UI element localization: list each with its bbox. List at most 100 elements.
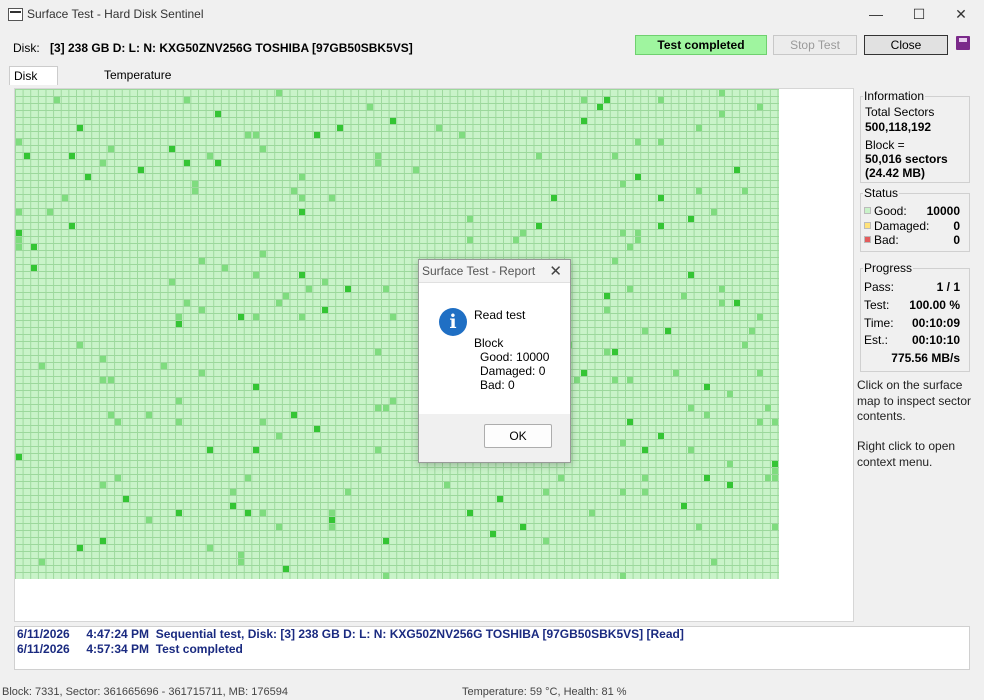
surface-block[interactable] xyxy=(38,559,45,565)
surface-block[interactable] xyxy=(107,146,114,152)
surface-block[interactable] xyxy=(772,475,779,481)
surface-block[interactable] xyxy=(657,97,664,103)
surface-block[interactable] xyxy=(604,97,611,103)
surface-block[interactable] xyxy=(619,573,626,579)
surface-block[interactable] xyxy=(718,111,725,117)
surface-block[interactable] xyxy=(443,482,450,488)
event-log[interactable]: 6/11/2026 4:47:24 PM Sequential test, Di… xyxy=(14,626,970,670)
surface-block[interactable] xyxy=(390,398,397,404)
surface-block[interactable] xyxy=(313,426,320,432)
surface-block[interactable] xyxy=(375,160,382,166)
surface-block[interactable] xyxy=(176,419,183,425)
surface-block[interactable] xyxy=(657,195,664,201)
surface-block[interactable] xyxy=(535,153,542,159)
tab-disk-surface-map[interactable]: Disk surface map xyxy=(9,66,59,119)
surface-block[interactable] xyxy=(77,125,84,131)
surface-block[interactable] xyxy=(229,503,236,509)
surface-block[interactable] xyxy=(23,153,30,159)
surface-block[interactable] xyxy=(84,174,91,180)
surface-block[interactable] xyxy=(375,153,382,159)
surface-block[interactable] xyxy=(275,524,282,530)
dialog-close-icon[interactable]: ✕ xyxy=(549,262,562,280)
surface-block[interactable] xyxy=(252,314,259,320)
surface-block[interactable] xyxy=(100,538,107,544)
surface-block[interactable] xyxy=(734,300,741,306)
surface-block[interactable] xyxy=(772,524,779,530)
surface-map-grid[interactable] xyxy=(15,89,779,579)
surface-block[interactable] xyxy=(543,538,550,544)
surface-block[interactable] xyxy=(382,286,389,292)
surface-block[interactable] xyxy=(252,272,259,278)
surface-block[interactable] xyxy=(695,188,702,194)
surface-block[interactable] xyxy=(466,237,473,243)
surface-block[interactable] xyxy=(558,475,565,481)
surface-block[interactable] xyxy=(619,230,626,236)
surface-block[interactable] xyxy=(695,125,702,131)
surface-block[interactable] xyxy=(306,286,313,292)
surface-block[interactable] xyxy=(61,195,68,201)
surface-block[interactable] xyxy=(382,538,389,544)
surface-block[interactable] xyxy=(688,447,695,453)
surface-block[interactable] xyxy=(459,132,466,138)
minimize-icon[interactable]: — xyxy=(853,0,899,28)
surface-block[interactable] xyxy=(237,314,244,320)
surface-block[interactable] xyxy=(382,405,389,411)
surface-block[interactable] xyxy=(413,167,420,173)
surface-block[interactable] xyxy=(718,90,725,96)
surface-block[interactable] xyxy=(54,97,61,103)
surface-block[interactable] xyxy=(191,188,198,194)
maximize-icon[interactable]: ☐ xyxy=(896,0,942,28)
surface-block[interactable] xyxy=(329,510,336,516)
surface-block[interactable] xyxy=(726,391,733,397)
surface-block[interactable] xyxy=(375,447,382,453)
surface-block[interactable] xyxy=(604,293,611,299)
surface-block[interactable] xyxy=(176,321,183,327)
surface-block[interactable] xyxy=(115,475,122,481)
surface-block[interactable] xyxy=(252,132,259,138)
surface-block[interactable] xyxy=(199,370,206,376)
surface-block[interactable] xyxy=(245,475,252,481)
surface-block[interactable] xyxy=(596,104,603,110)
surface-block[interactable] xyxy=(298,195,305,201)
surface-block[interactable] xyxy=(214,160,221,166)
surface-block[interactable] xyxy=(734,167,741,173)
surface-block[interactable] xyxy=(741,188,748,194)
surface-block[interactable] xyxy=(145,517,152,523)
surface-block[interactable] xyxy=(260,146,267,152)
surface-block[interactable] xyxy=(77,342,84,348)
surface-block[interactable] xyxy=(329,524,336,530)
surface-block[interactable] xyxy=(298,174,305,180)
surface-block[interactable] xyxy=(138,167,145,173)
surface-block[interactable] xyxy=(657,223,664,229)
surface-block[interactable] xyxy=(31,265,38,271)
surface-block[interactable] xyxy=(199,258,206,264)
surface-block[interactable] xyxy=(627,286,634,292)
surface-block[interactable] xyxy=(642,447,649,453)
surface-block[interactable] xyxy=(207,447,213,453)
surface-block[interactable] xyxy=(436,125,443,131)
surface-block[interactable] xyxy=(77,545,84,551)
surface-block[interactable] xyxy=(604,349,611,355)
surface-block[interactable] xyxy=(390,118,397,124)
surface-block[interactable] xyxy=(283,293,290,299)
surface-block[interactable] xyxy=(252,447,259,453)
surface-block[interactable] xyxy=(260,510,267,516)
surface-block[interactable] xyxy=(16,209,22,215)
surface-block[interactable] xyxy=(703,475,710,481)
surface-block[interactable] xyxy=(321,307,328,313)
surface-block[interactable] xyxy=(168,146,175,152)
surface-block[interactable] xyxy=(367,104,374,110)
surface-block[interactable] xyxy=(611,377,618,383)
surface-block[interactable] xyxy=(16,237,22,243)
surface-block[interactable] xyxy=(107,412,114,418)
surface-block[interactable] xyxy=(512,237,519,243)
surface-block[interactable] xyxy=(673,370,680,376)
surface-block[interactable] xyxy=(581,370,588,376)
surface-block[interactable] xyxy=(611,349,618,355)
surface-block[interactable] xyxy=(757,370,764,376)
surface-block[interactable] xyxy=(275,433,282,439)
surface-block[interactable] xyxy=(16,244,22,250)
surface-block[interactable] xyxy=(634,174,641,180)
surface-block[interactable] xyxy=(573,377,580,383)
surface-block[interactable] xyxy=(16,139,22,145)
